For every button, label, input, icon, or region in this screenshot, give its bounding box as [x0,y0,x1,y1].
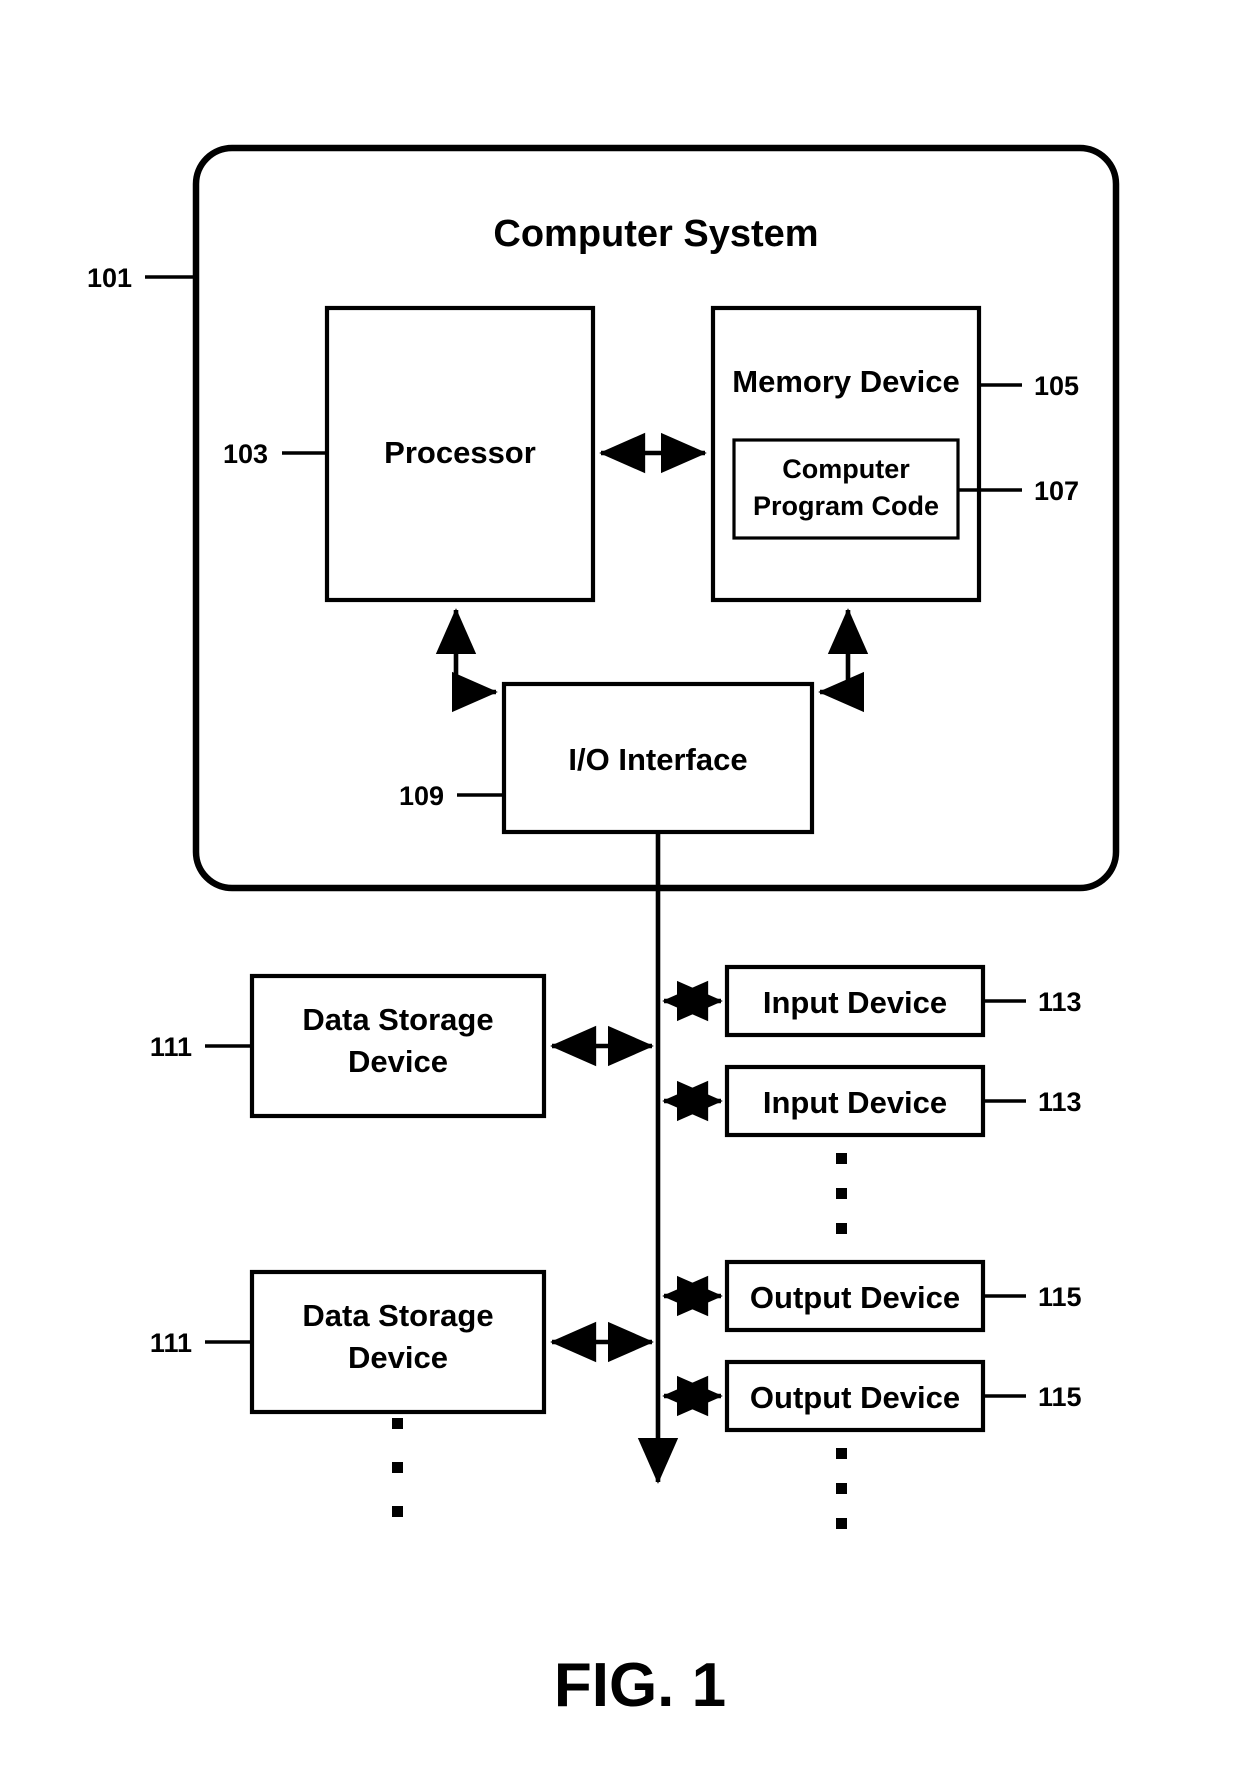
ref-107-label: 107 [1034,476,1079,506]
output-device-2-label: Output Device [750,1380,960,1415]
input-device-2-label: Input Device [763,1085,947,1120]
ref-113-a-label: 113 [1038,987,1082,1017]
ref-103-label: 103 [223,439,268,469]
output-device-ellipsis [836,1448,847,1529]
processor-label: Processor [384,435,536,470]
computer-system-title: Computer System [493,213,818,255]
memory-device-label: Memory Device [732,364,959,399]
input-device-1-label: Input Device [763,985,947,1020]
ref-109-label: 109 [399,781,444,811]
figure-caption: FIG. 1 [554,1651,726,1720]
ref-105-label: 105 [1034,371,1079,401]
io-interface-label: I/O Interface [568,742,747,777]
input-device-ellipsis [836,1153,847,1234]
data-storage-device-2-label-line2: Device [348,1340,448,1375]
ref-111-a-label: 111 [150,1032,192,1062]
computer-system-block-diagram: Computer System 101 Processor 103 Memory… [87,144,1120,1720]
data-storage-device-1-label-line2: Device [348,1044,448,1079]
data-storage-device-1-label-line1: Data Storage [302,1002,493,1037]
output-device-1-label: Output Device [750,1280,960,1315]
computer-program-code-label-line2: Program Code [753,491,939,521]
patent-figure: Computer System 101 Processor 103 Memory… [0,0,1240,1781]
computer-program-code-label-line1: Computer [782,454,910,484]
data-storage-device-2-label-line1: Data Storage [302,1298,493,1333]
data-storage-ellipsis [392,1418,403,1517]
ref-115-a-label: 115 [1038,1282,1082,1312]
ref-111-b-label: 111 [150,1328,192,1358]
ref-115-b-label: 115 [1038,1382,1082,1412]
ref-113-b-label: 113 [1038,1087,1082,1117]
ref-101-label: 101 [87,263,132,293]
